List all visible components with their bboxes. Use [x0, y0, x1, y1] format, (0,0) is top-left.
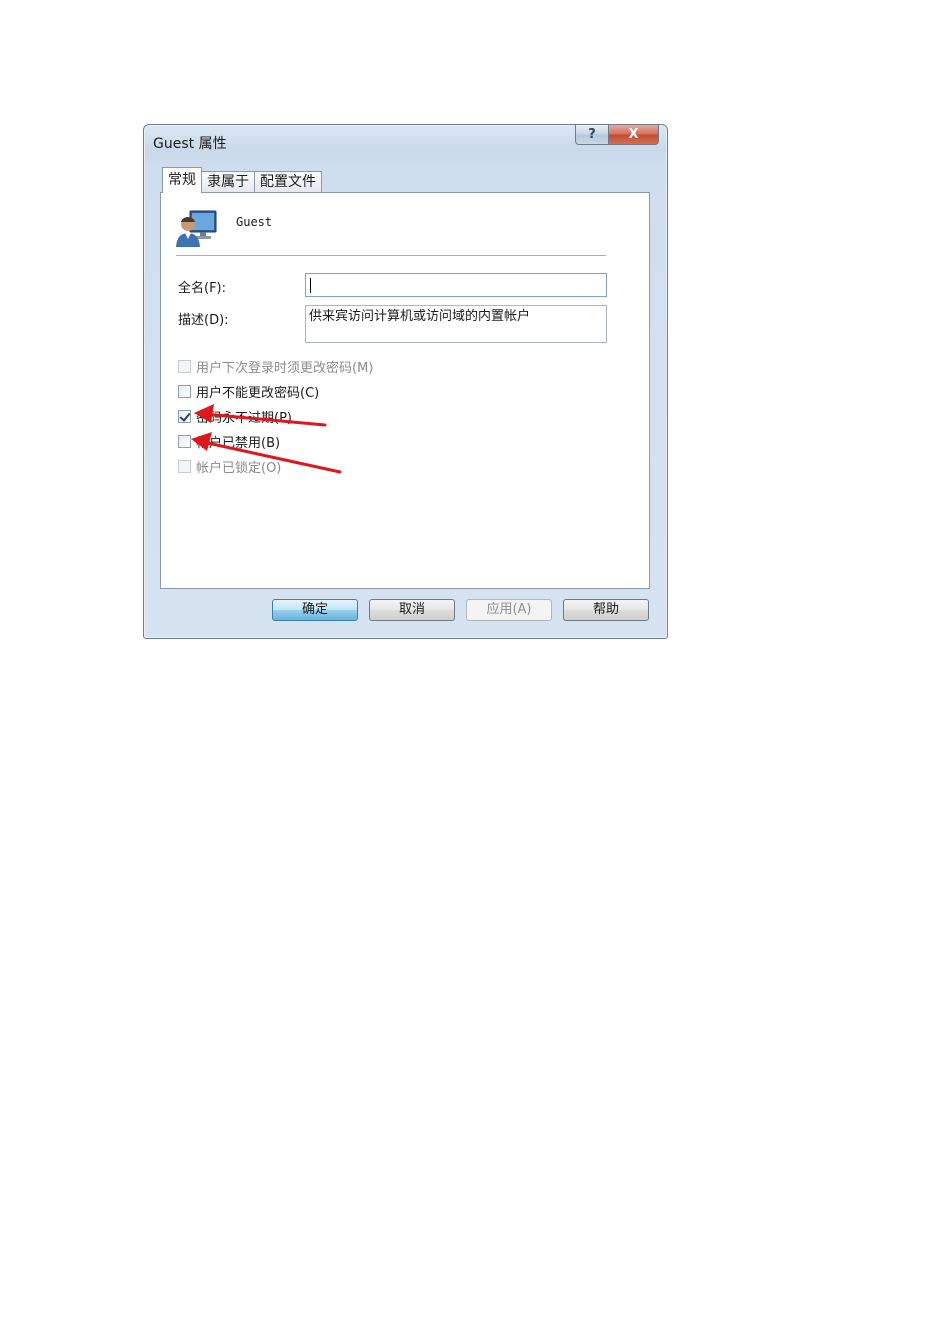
- general-tab-panel: Guest 全名(F): 描述(D): 供来宾访问计算机或访问域的内置帐户 用户…: [160, 192, 650, 589]
- checkbox-account-locked[interactable]: [178, 459, 191, 473]
- checkbox-account-disabled[interactable]: [178, 434, 191, 448]
- text-caret: [310, 278, 311, 293]
- tab-member-of[interactable]: 隶属于: [201, 171, 255, 193]
- checkbox-password-never-expires[interactable]: [178, 409, 191, 423]
- caption-buttons: ? X: [575, 125, 659, 145]
- full-name-label: 全名(F):: [178, 281, 227, 296]
- checkbox-label: 帐户已禁用(B): [196, 435, 281, 451]
- checkbox-label: 密码永不过期(P): [196, 410, 292, 426]
- checkbox-row-account-disabled[interactable]: 帐户已禁用(B): [178, 433, 281, 451]
- guest-properties-dialog: Guest 属性 ? X 常规 隶属于 配置文件 Guest 全名(F): 描述…: [143, 124, 668, 639]
- title-bar[interactable]: Guest 属性 ? X: [144, 125, 667, 157]
- checkbox-row-must-change-password[interactable]: 用户下次登录时须更改密码(M): [178, 358, 374, 376]
- checkbox-label: 用户下次登录时须更改密码(M): [196, 360, 374, 376]
- full-name-input[interactable]: [305, 273, 607, 297]
- window-title: Guest 属性: [153, 136, 227, 152]
- question-icon: ?: [588, 127, 596, 142]
- help-button[interactable]: 帮助: [563, 599, 649, 621]
- cancel-button[interactable]: 取消: [369, 599, 455, 621]
- divider: [176, 255, 606, 256]
- description-label: 描述(D):: [178, 313, 229, 328]
- checkbox-cannot-change-password[interactable]: [178, 384, 191, 398]
- checkbox-row-password-never-expires[interactable]: 密码永不过期(P): [178, 408, 292, 426]
- checkbox-must-change-password[interactable]: [178, 359, 191, 373]
- close-button[interactable]: X: [609, 125, 659, 145]
- description-input[interactable]: 供来宾访问计算机或访问域的内置帐户: [305, 305, 607, 343]
- help-caption-button[interactable]: ?: [575, 125, 609, 145]
- apply-button[interactable]: 应用(A): [466, 599, 552, 621]
- description-value: 供来宾访问计算机或访问域的内置帐户: [309, 309, 531, 324]
- tab-general[interactable]: 常规: [162, 167, 202, 193]
- checkbox-label: 用户不能更改密码(C): [196, 385, 320, 401]
- ok-button[interactable]: 确定: [272, 599, 358, 621]
- tab-strip: 常规 隶属于 配置文件: [162, 167, 322, 193]
- checkbox-row-cannot-change-password[interactable]: 用户不能更改密码(C): [178, 383, 320, 401]
- user-monitor-icon: [176, 210, 217, 247]
- close-icon: X: [628, 127, 639, 142]
- tab-profile[interactable]: 配置文件: [254, 171, 322, 193]
- user-name: Guest: [236, 215, 273, 229]
- checkbox-label: 帐户已锁定(O): [196, 460, 282, 476]
- checkbox-row-account-locked[interactable]: 帐户已锁定(O): [178, 458, 282, 476]
